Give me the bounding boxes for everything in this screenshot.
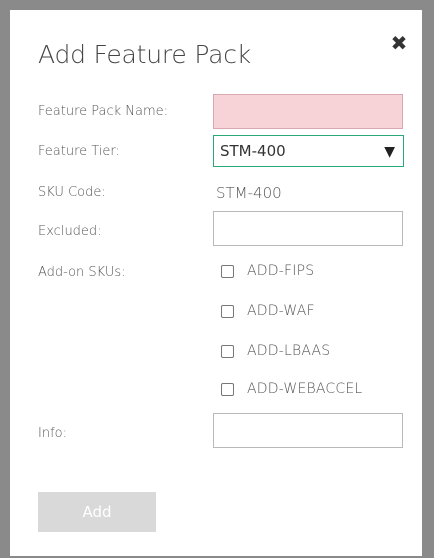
checkbox-icon[interactable] <box>221 304 234 318</box>
add-on-option-lbaas[interactable]: ADD-LBAAS <box>221 341 330 361</box>
add-feature-pack-dialog: Add Feature Pack ✖ Feature Pack Name: Fe… <box>10 10 422 556</box>
info-input[interactable] <box>213 413 403 448</box>
feature-tier-label: Feature Tier: <box>38 144 120 159</box>
close-icon[interactable]: ✖ <box>390 33 408 53</box>
add-on-skus-label: Add-on SKUs: <box>38 265 126 280</box>
add-on-option-fips[interactable]: ADD-FIPS <box>221 261 314 281</box>
checkbox-icon[interactable] <box>221 264 234 278</box>
checkbox-icon[interactable] <box>221 344 234 358</box>
sku-code-value: STM-400 <box>216 184 282 202</box>
add-button[interactable]: Add <box>38 492 156 532</box>
add-on-option-label: ADD-WEBACCEL <box>247 381 363 397</box>
add-on-option-label: ADD-FIPS <box>247 263 315 279</box>
feature-pack-name-label: Feature Pack Name: <box>38 104 169 119</box>
add-on-option-label: ADD-LBAAS <box>247 343 331 359</box>
add-on-option-waf[interactable]: ADD-WAF <box>221 301 315 321</box>
checkbox-icon[interactable] <box>221 382 234 396</box>
feature-tier-select[interactable]: STM-400 ▼ <box>213 135 404 167</box>
add-on-option-webaccel[interactable]: ADD-WEBACCEL <box>221 379 362 399</box>
chevron-down-icon: ▼ <box>384 144 395 160</box>
add-on-option-label: ADD-WAF <box>247 303 315 319</box>
excluded-label: Excluded: <box>38 224 102 239</box>
feature-tier-selected-value: STM-400 <box>220 142 286 160</box>
info-label: Info: <box>38 426 67 441</box>
excluded-input[interactable] <box>213 211 403 246</box>
sku-code-label: SKU Code: <box>38 185 106 200</box>
feature-pack-name-input[interactable] <box>213 94 403 129</box>
dialog-title: Add Feature Pack <box>38 40 252 69</box>
